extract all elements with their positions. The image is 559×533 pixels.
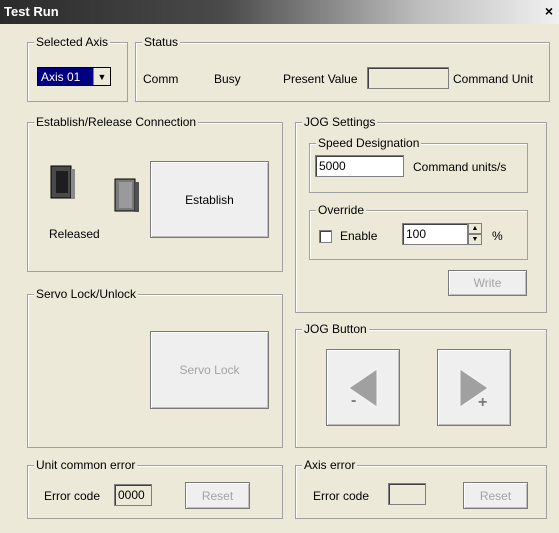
axis-error-code-field bbox=[388, 483, 426, 505]
comm-indicator: Comm bbox=[143, 72, 179, 86]
axis-error-reset-button[interactable]: Reset bbox=[463, 482, 528, 509]
establish-button[interactable]: Establish bbox=[150, 161, 269, 238]
connector-left-icon bbox=[50, 165, 75, 199]
present-value-field bbox=[367, 67, 449, 89]
jog-left-arrow-icon: - bbox=[348, 367, 378, 409]
connection-legend: Establish/Release Connection bbox=[34, 115, 199, 129]
status-legend: Status bbox=[142, 35, 181, 49]
override-enable-label: Enable bbox=[340, 229, 378, 243]
axis-select[interactable]: Axis 01 ▼ bbox=[37, 67, 111, 86]
jog-settings-legend: JOG Settings bbox=[302, 115, 378, 129]
connector-right-icon bbox=[114, 178, 139, 212]
unit-error-reset-button[interactable]: Reset bbox=[185, 482, 250, 509]
servo-legend: Servo Lock/Unlock bbox=[34, 287, 139, 301]
override-legend: Override bbox=[316, 203, 367, 217]
close-button[interactable]: × bbox=[541, 3, 557, 19]
chevron-down-icon[interactable]: ▼ bbox=[93, 68, 110, 85]
window-title: Test Run bbox=[4, 4, 59, 19]
unit-error-legend: Unit common error bbox=[34, 458, 138, 472]
override-input[interactable]: 100 bbox=[402, 223, 468, 245]
axis-error-code-label: Error code bbox=[313, 489, 370, 503]
jog-minus-sign: - bbox=[351, 392, 356, 409]
jog-plus-button[interactable]: + bbox=[437, 349, 511, 426]
unit-error-code-label: Error code bbox=[44, 489, 101, 503]
present-value-label: Present Value bbox=[283, 72, 358, 86]
jog-plus-sign: + bbox=[478, 394, 487, 411]
connection-state-label: Released bbox=[49, 227, 100, 241]
test-run-window: Test Run × Selected Axis Axis 01 ▼ Statu… bbox=[0, 0, 559, 533]
speed-input[interactable]: 5000 bbox=[315, 155, 404, 177]
unit-error-code-field: 0000 bbox=[114, 484, 152, 506]
write-button[interactable]: Write bbox=[448, 270, 527, 296]
axis-error-legend: Axis error bbox=[302, 458, 358, 472]
command-unit-label: Command Unit bbox=[453, 72, 534, 86]
axis-select-value: Axis 01 bbox=[41, 70, 81, 84]
override-unit-label: % bbox=[492, 229, 503, 243]
title-bar: Test Run × bbox=[0, 0, 559, 24]
servo-lock-button[interactable]: Servo Lock bbox=[150, 331, 269, 409]
jog-minus-button[interactable]: - bbox=[326, 349, 400, 426]
override-spin-down-icon[interactable]: ▼ bbox=[468, 234, 482, 245]
speed-designation-legend: Speed Designation bbox=[316, 136, 422, 150]
override-enable-checkbox[interactable] bbox=[319, 230, 332, 243]
jog-right-arrow-icon: + bbox=[459, 367, 489, 411]
busy-indicator: Busy bbox=[214, 72, 241, 86]
selected-axis-legend: Selected Axis bbox=[34, 35, 111, 49]
override-spin-up-icon[interactable]: ▲ bbox=[468, 223, 482, 234]
jog-button-legend: JOG Button bbox=[302, 322, 369, 336]
speed-unit-label: Command units/s bbox=[413, 160, 507, 174]
